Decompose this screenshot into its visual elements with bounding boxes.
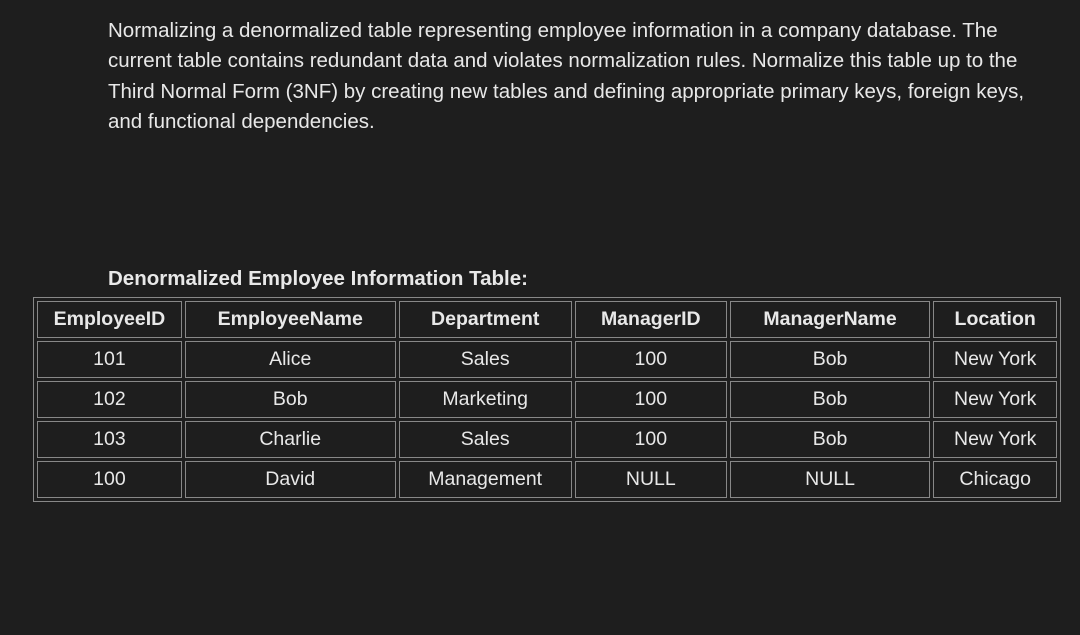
cell-department: Sales [399,341,572,378]
cell-employee-id: 103 [37,421,182,458]
table-row: 100 David Management NULL NULL Chicago [37,461,1057,498]
cell-manager-name: Bob [730,381,931,418]
problem-description: Normalizing a denormalized table represe… [108,16,1028,137]
cell-location: New York [933,381,1057,418]
cell-employee-id: 101 [37,341,182,378]
table-row: 101 Alice Sales 100 Bob New York [37,341,1057,378]
table-header-row: EmployeeID EmployeeName Department Manag… [37,301,1057,338]
header-employee-name: EmployeeName [185,301,396,338]
cell-manager-name: Bob [730,421,931,458]
cell-department: Management [399,461,572,498]
cell-manager-name: Bob [730,341,931,378]
cell-location: New York [933,421,1057,458]
cell-location: Chicago [933,461,1057,498]
cell-manager-id: NULL [575,461,727,498]
cell-manager-name: NULL [730,461,931,498]
cell-employee-id: 102 [37,381,182,418]
cell-employee-name: Bob [185,381,396,418]
cell-employee-id: 100 [37,461,182,498]
cell-employee-name: Charlie [185,421,396,458]
cell-department: Marketing [399,381,572,418]
cell-employee-name: Alice [185,341,396,378]
header-location: Location [933,301,1057,338]
cell-manager-id: 100 [575,421,727,458]
cell-department: Sales [399,421,572,458]
employee-table: EmployeeID EmployeeName Department Manag… [33,297,1061,502]
cell-manager-id: 100 [575,381,727,418]
cell-manager-id: 100 [575,341,727,378]
header-employee-id: EmployeeID [37,301,182,338]
table-row: 103 Charlie Sales 100 Bob New York [37,421,1057,458]
header-department: Department [399,301,572,338]
cell-location: New York [933,341,1057,378]
header-manager-id: ManagerID [575,301,727,338]
table-title: Denormalized Employee Information Table: [108,267,1050,291]
header-manager-name: ManagerName [730,301,931,338]
table-row: 102 Bob Marketing 100 Bob New York [37,381,1057,418]
cell-employee-name: David [185,461,396,498]
